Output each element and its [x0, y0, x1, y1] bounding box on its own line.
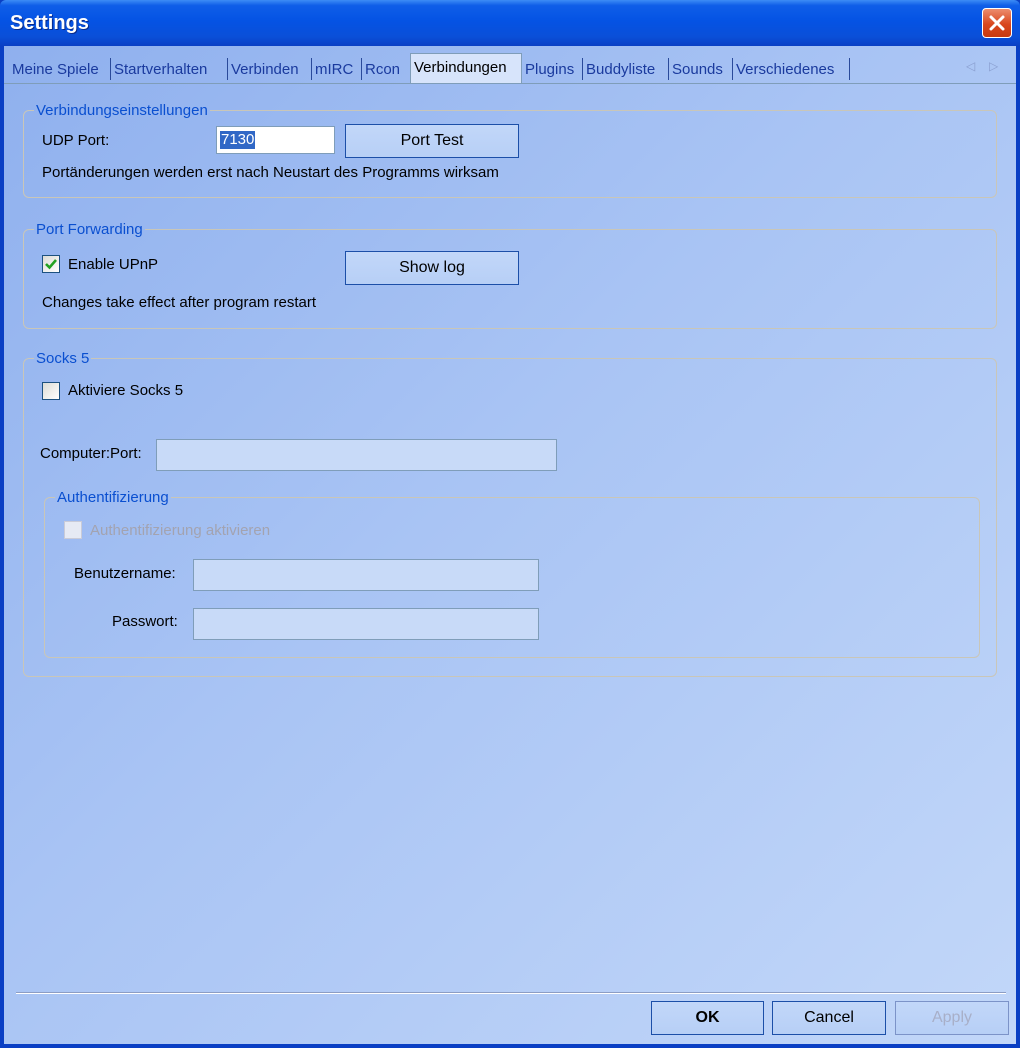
settings-client-area: Meine Spiele Startverhalten Verbinden mI… [4, 46, 1016, 1044]
port-test-button[interactable]: Port Test [345, 124, 519, 158]
socks5-legend: Socks 5 [36, 350, 90, 367]
username-label: Benutzername: [74, 565, 176, 582]
upnp-restart-note: Changes take effect after program restar… [42, 294, 317, 311]
enable-authentication-label[interactable]: Authentifizierung aktivieren [90, 522, 270, 539]
tab-meine-spiele[interactable]: Meine Spiele [12, 59, 99, 81]
apply-button[interactable]: Apply [895, 1001, 1009, 1035]
tab-scroll-left-icon[interactable]: ◁ [966, 59, 975, 73]
window-title: Settings [10, 12, 89, 34]
tab-rcon[interactable]: Rcon [365, 59, 400, 81]
tab-verbinden[interactable]: Verbinden [231, 59, 299, 81]
enable-upnp-label[interactable]: Enable UPnP [68, 256, 158, 273]
close-button[interactable] [982, 8, 1012, 38]
show-log-button[interactable]: Show log [345, 251, 519, 285]
username-input[interactable] [193, 559, 539, 591]
tab-startverhalten[interactable]: Startverhalten [114, 59, 207, 81]
tab-verschiedenes[interactable]: Verschiedenes [736, 59, 834, 81]
password-label: Passwort: [112, 613, 178, 630]
cancel-button[interactable]: Cancel [772, 1001, 886, 1035]
ok-button[interactable]: OK [651, 1001, 764, 1035]
port-forwarding-legend: Port Forwarding [36, 221, 143, 238]
tab-bar: Meine Spiele Startverhalten Verbinden mI… [4, 46, 1016, 84]
enable-socks5-label[interactable]: Aktiviere Socks 5 [68, 382, 183, 399]
tab-mirc[interactable]: mIRC [315, 59, 353, 81]
checkmark-icon [45, 259, 57, 270]
enable-upnp-checkbox[interactable] [42, 255, 60, 273]
close-icon [989, 15, 1005, 31]
tab-scroll-right-icon[interactable]: ▷ [989, 59, 998, 73]
udp-port-input[interactable]: 7130 [216, 126, 335, 154]
enable-authentication-checkbox[interactable] [64, 521, 82, 539]
tab-sounds[interactable]: Sounds [672, 59, 723, 81]
settings-window: Settings Meine Spiele Startverhalten Ver… [0, 0, 1020, 1048]
tab-verbindungen[interactable]: Verbindungen [410, 53, 522, 83]
authentication-legend: Authentifizierung [57, 489, 169, 506]
password-input[interactable] [193, 608, 539, 640]
enable-socks5-checkbox[interactable] [42, 382, 60, 400]
connection-settings-legend: Verbindungseinstellungen [36, 102, 208, 119]
udp-port-value: 7130 [220, 131, 256, 149]
udp-port-label: UDP Port: [42, 132, 110, 149]
tab-plugins[interactable]: Plugins [525, 59, 574, 81]
tab-buddyliste[interactable]: Buddyliste [586, 59, 655, 81]
footer-divider [16, 992, 1006, 994]
computer-port-label: Computer:Port: [40, 445, 142, 462]
title-bar[interactable]: Settings [0, 0, 1020, 46]
computer-port-input[interactable] [156, 439, 557, 471]
port-change-note: Portänderungen werden erst nach Neustart… [42, 164, 499, 181]
